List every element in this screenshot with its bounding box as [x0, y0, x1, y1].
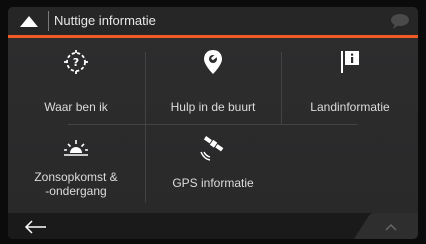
menu-grid: ? Waar ben ik Hulp in de buurt Landinfor… — [8, 38, 418, 213]
menu-item-label: Zonsopkomst & -ondergang — [34, 170, 118, 198]
menu-item-label: Landinformatie — [310, 100, 390, 114]
back-arrow-icon[interactable] — [16, 217, 52, 237]
info-flag-icon — [341, 51, 359, 73]
menu-item-landinformatie[interactable]: Landinformatie — [282, 38, 418, 123]
menu-item-label: Hulp in de buurt — [170, 100, 256, 114]
svg-text:?: ? — [73, 56, 79, 69]
chat-bubble-icon[interactable] — [390, 13, 410, 30]
satellite-icon — [200, 136, 224, 161]
menu-item-label: Waar ben ik — [44, 100, 108, 114]
header-bar: Nuttige informatie — [8, 7, 418, 38]
menu-item-zonsopkomst[interactable]: Zonsopkomst & -ondergang — [8, 126, 144, 211]
footer-bar — [8, 213, 418, 239]
device-frame: Nuttige informatie ? Waar ben ik Hulp in… — [0, 0, 426, 244]
menu-item-waar-ben-ik[interactable]: ? Waar ben ik — [8, 38, 144, 123]
question-location-icon: ? — [64, 50, 88, 74]
header-divider — [48, 11, 49, 31]
menu-item-label: GPS informatie — [172, 176, 254, 190]
location-wrench-icon — [204, 50, 222, 74]
menu-item-gps-informatie[interactable]: GPS informatie — [145, 126, 281, 211]
scroll-up-button[interactable] — [354, 213, 418, 239]
menu-item-hulp-in-de-buurt[interactable]: Hulp in de buurt — [145, 38, 281, 123]
grid-divider-h — [68, 124, 358, 125]
app-screen: Nuttige informatie ? Waar ben ik Hulp in… — [8, 7, 418, 239]
page-title: Nuttige informatie — [54, 13, 156, 28]
sunrise-icon — [64, 140, 88, 156]
menu-up-arrow-icon[interactable] — [19, 15, 39, 28]
